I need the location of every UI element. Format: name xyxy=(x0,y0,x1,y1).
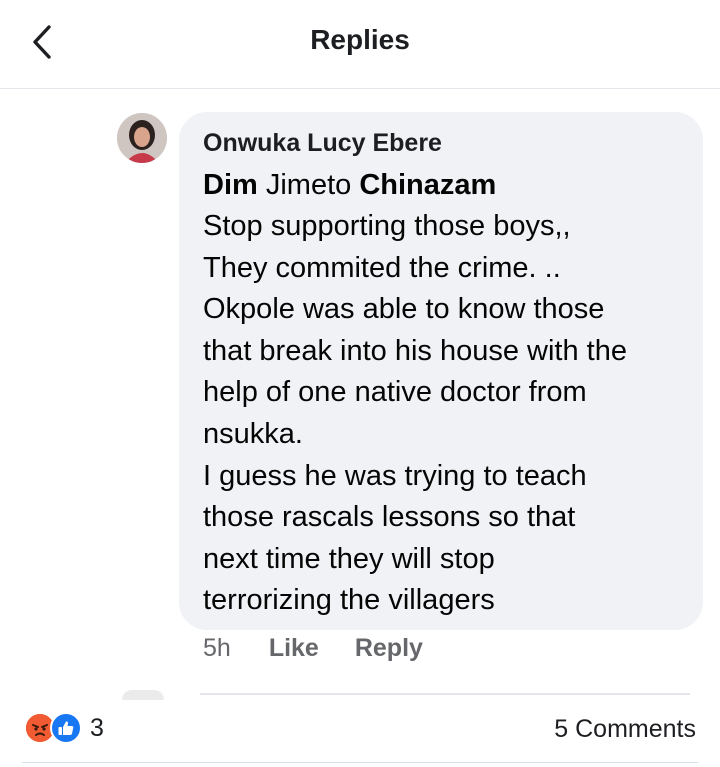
mention-chinazam[interactable]: Chinazam xyxy=(359,169,496,201)
comment-bubble: Onwuka Lucy Ebere Dim Jimeto Chinazam St… xyxy=(179,112,703,630)
mention-line: Dim Jimeto Chinazam xyxy=(203,164,679,206)
reaction-count: 3 xyxy=(90,713,104,742)
comment-text-line: I guess he was trying to teach xyxy=(203,459,587,492)
comment-timestamp[interactable]: 5h xyxy=(203,634,231,663)
divider xyxy=(22,762,698,763)
comment-text-line: help of one native doctor from xyxy=(203,376,587,409)
profile-photo xyxy=(117,113,167,163)
reactions-summary[interactable]: 3 xyxy=(24,712,104,744)
mention-jimeto: Jimeto xyxy=(265,169,352,201)
comment-text-line: that break into his house with the xyxy=(203,334,627,367)
comment-text-line: next time they will stop xyxy=(203,542,495,575)
mention-dim[interactable]: Dim xyxy=(203,169,258,201)
like-button[interactable]: Like xyxy=(269,634,319,663)
comment-text-line: Okpole was able to know those xyxy=(203,293,605,326)
page-title: Replies xyxy=(310,24,410,55)
top-bar: Replies xyxy=(0,0,720,89)
comment-text-line: Stop supporting those boys,, xyxy=(203,210,571,242)
reply-button[interactable]: Reply xyxy=(355,634,423,663)
avatar[interactable] xyxy=(117,113,167,163)
comments-count-link[interactable]: 5 Comments xyxy=(554,715,696,744)
post-footer: 3 5 Comments xyxy=(0,700,720,767)
comment-text-line: They commited the crime. .. xyxy=(203,251,561,284)
next-comment-avatar xyxy=(122,690,164,700)
comment-actions: 5h Like Reply xyxy=(203,634,423,663)
like-icon xyxy=(50,712,82,744)
comment-text-line: those rascals lessons so that xyxy=(203,501,576,534)
comment-author[interactable]: Onwuka Lucy Ebere xyxy=(203,126,679,160)
comment-text-line: terrorizing the villagers xyxy=(203,584,495,617)
comment-text-line: nsukka. xyxy=(203,417,303,450)
